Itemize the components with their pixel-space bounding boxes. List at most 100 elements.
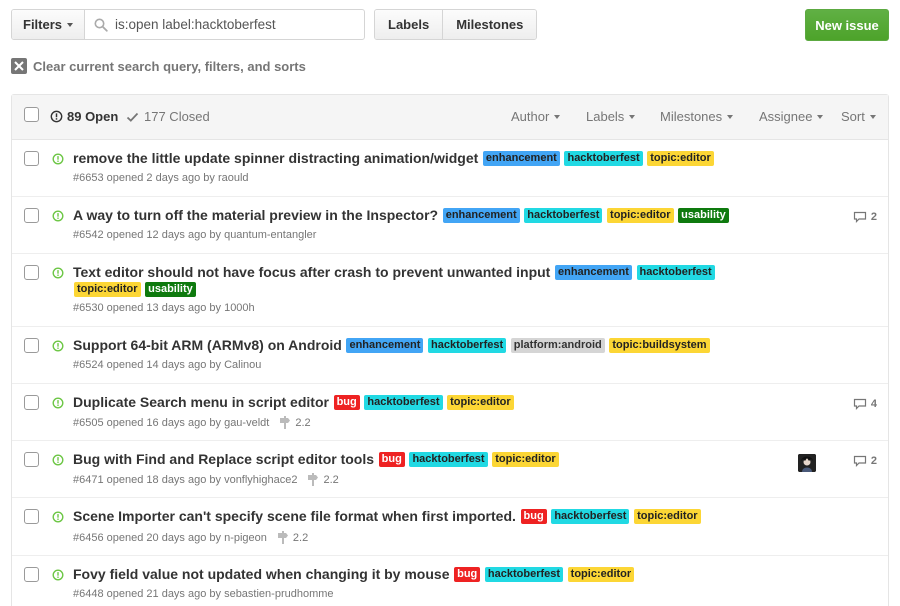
issue-label[interactable]: hacktoberfest — [524, 208, 603, 223]
issue-label[interactable]: bug — [333, 395, 360, 410]
issue-checkbox[interactable] — [24, 338, 39, 353]
issues-list-header: 89 Open 177 Closed Author Labels Milesto… — [12, 95, 888, 140]
issue-milestone[interactable]: 2.2 — [277, 531, 308, 544]
issue-label[interactable]: bug — [454, 567, 481, 582]
issue-checkbox[interactable] — [24, 395, 39, 410]
issue-checkbox[interactable] — [24, 509, 39, 524]
issue-label[interactable]: hacktoberfest — [484, 567, 564, 582]
issue-title-link[interactable]: Duplicate Search menu in script editor — [73, 394, 329, 410]
issue-checkbox[interactable] — [24, 265, 39, 280]
issue-opened-icon — [52, 267, 64, 279]
issue-opened-icon — [52, 210, 64, 222]
chevron-down-icon — [629, 114, 636, 119]
issue-label[interactable]: enhancement — [346, 338, 424, 353]
issue-label[interactable]: topic:editor — [607, 208, 674, 223]
search-field[interactable] — [85, 10, 364, 39]
filters-label: Filters — [23, 17, 63, 32]
issue-meta-text: #6505 opened 16 days ago by gau-veldt — [73, 416, 270, 429]
issue-row[interactable]: Support 64-bit ARM (ARMv8) on Android en… — [12, 327, 888, 384]
issue-meta-text: #6456 opened 20 days ago by n-pigeon — [73, 531, 267, 544]
issue-label[interactable]: usability — [678, 208, 729, 223]
issue-label[interactable]: hacktoberfest — [564, 151, 643, 166]
issue-title-link[interactable]: Support 64-bit ARM (ARMv8) on Android — [73, 337, 342, 353]
issue-row[interactable]: remove the little update spinner distrac… — [12, 140, 888, 197]
issue-comments-link[interactable]: 2 — [853, 211, 877, 223]
check-icon — [126, 112, 139, 122]
issue-label[interactable]: bug — [378, 452, 405, 467]
issue-label[interactable]: enhancement — [554, 265, 632, 280]
issue-label[interactable]: topic:editor — [447, 395, 514, 410]
issue-opened-icon — [52, 153, 64, 165]
comment-icon — [853, 455, 866, 467]
issue-meta: #6456 opened 20 days ago by n-pigeon 2.2 — [73, 531, 308, 544]
issue-comments-link[interactable]: 4 — [853, 398, 877, 410]
assignee-filter-menu[interactable]: Assignee — [759, 109, 824, 124]
issue-label[interactable]: enhancement — [442, 208, 520, 223]
issue-label[interactable]: enhancement — [482, 151, 560, 166]
issue-label[interactable]: topic:editor — [74, 282, 141, 297]
author-filter-menu[interactable]: Author — [511, 109, 561, 124]
issue-title-link[interactable]: Text editor should not have focus after … — [73, 264, 550, 280]
issue-milestone[interactable]: 2.2 — [279, 416, 311, 429]
comment-count: 4 — [870, 398, 877, 410]
issue-title-link[interactable]: Fovy field value not updated when changi… — [73, 566, 449, 582]
issue-label[interactable]: hacktoberfest — [364, 395, 443, 410]
issue-milestone[interactable]: 2.2 — [307, 473, 339, 486]
issue-meta-text: #6524 opened 14 days ago by Calinou — [73, 359, 262, 371]
issue-label[interactable]: hacktoberfest — [636, 265, 715, 280]
issue-meta: #6471 opened 18 days ago by vonflyhighac… — [73, 473, 339, 486]
issue-checkbox[interactable] — [24, 567, 39, 582]
issue-row[interactable]: Text editor should not have focus after … — [12, 254, 888, 327]
issue-title-link[interactable]: A way to turn off the material preview i… — [73, 207, 438, 223]
issue-label[interactable]: hacktoberfest — [551, 509, 630, 524]
assignee-avatar[interactable] — [798, 454, 816, 472]
labels-filter-menu[interactable]: Labels — [586, 109, 636, 124]
issue-comments-link[interactable]: 2 — [853, 455, 877, 467]
issue-title-link[interactable]: Bug with Find and Replace script editor … — [73, 451, 374, 467]
clear-filters-link[interactable]: Clear current search query, filters, and… — [11, 58, 306, 74]
issue-meta: #6505 opened 16 days ago by gau-veldt 2.2 — [73, 416, 311, 429]
issue-label[interactable]: bug — [520, 509, 547, 524]
select-all-checkbox[interactable] — [24, 107, 39, 122]
issue-title-line: remove the little update spinner distrac… — [73, 150, 773, 167]
issue-label[interactable]: hacktoberfest — [409, 452, 488, 467]
open-issues-tab[interactable]: 89 Open — [50, 109, 118, 124]
issue-checkbox[interactable] — [24, 151, 39, 166]
issue-checkbox[interactable] — [24, 452, 39, 467]
clear-filters-text: Clear current search query, filters, and… — [33, 58, 306, 74]
milestone-text: 2.2 — [295, 416, 311, 429]
chevron-down-icon — [869, 114, 876, 119]
issue-label[interactable]: hacktoberfest — [428, 338, 507, 353]
issue-label[interactable]: topic:editor — [567, 567, 635, 582]
milestones-filter-menu[interactable]: Milestones — [660, 109, 734, 124]
issue-row[interactable]: Duplicate Search menu in script editor b… — [12, 384, 888, 441]
issue-row[interactable]: Fovy field value not updated when changi… — [12, 556, 888, 606]
chevron-down-icon — [817, 114, 824, 119]
issue-label[interactable]: topic:buildsystem — [609, 338, 710, 353]
issue-row[interactable]: A way to turn off the material preview i… — [12, 197, 888, 254]
issue-label[interactable]: topic:editor — [492, 452, 559, 467]
sort-menu[interactable]: Sort — [841, 109, 876, 124]
issues-list: 89 Open 177 Closed Author Labels Milesto… — [11, 94, 889, 606]
labels-button[interactable]: Labels — [375, 10, 443, 39]
chevron-down-icon — [727, 114, 734, 119]
issue-row[interactable]: Bug with Find and Replace script editor … — [12, 441, 888, 498]
issue-row[interactable]: Scene Importer can't specify scene file … — [12, 498, 888, 556]
issue-label[interactable]: usability — [145, 282, 196, 297]
issue-title-link[interactable]: remove the little update spinner distrac… — [73, 150, 478, 166]
issue-meta: #6653 opened 2 days ago by raould — [73, 172, 249, 184]
issue-title-link[interactable]: Scene Importer can't specify scene file … — [73, 508, 516, 524]
issue-label[interactable]: topic:editor — [647, 151, 714, 166]
closed-issues-tab[interactable]: 177 Closed — [126, 109, 210, 124]
issue-title-line: Fovy field value not updated when changi… — [73, 566, 773, 583]
search-input[interactable] — [115, 17, 356, 32]
avatar-image — [798, 454, 816, 472]
filters-dropdown-button[interactable]: Filters — [12, 10, 86, 39]
issue-label[interactable]: topic:editor — [634, 509, 701, 524]
issue-checkbox[interactable] — [24, 208, 39, 223]
issue-label[interactable]: platform:android — [510, 338, 605, 353]
new-issue-button[interactable]: New issue — [805, 9, 889, 41]
chevron-down-icon — [67, 22, 74, 27]
milestones-button[interactable]: Milestones — [442, 10, 537, 39]
issue-meta-text: #6653 opened 2 days ago by raould — [73, 172, 249, 184]
